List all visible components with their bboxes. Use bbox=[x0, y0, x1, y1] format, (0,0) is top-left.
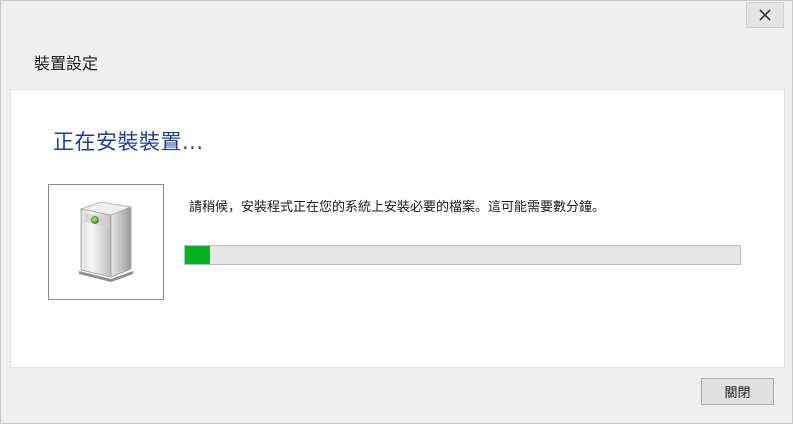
window-close-button[interactable] bbox=[746, 2, 784, 28]
status-message: 請稍候，安裝程式正在您的系統上安裝必要的檔案。這可能需要數分鐘。 bbox=[189, 200, 606, 215]
content-panel: 正在安裝裝置... 請稍候，安裝程式正在您的系統上安裝必要的檔案。這可能需要數分… bbox=[10, 89, 785, 368]
close-icon bbox=[759, 9, 771, 21]
dialog-window: 裝置設定 正在安裝裝置... 請稍候，安裝程式正在您的系統上安裝必要的檔案。這可… bbox=[0, 0, 793, 424]
device-icon bbox=[79, 201, 133, 282]
device-icon-frame bbox=[48, 184, 164, 300]
progress-bar bbox=[184, 245, 741, 265]
progress-bar-fill bbox=[185, 246, 210, 264]
page-heading: 正在安裝裝置... bbox=[53, 130, 204, 154]
close-button[interactable]: 關閉 bbox=[701, 378, 774, 405]
window-title: 裝置設定 bbox=[34, 54, 99, 73]
